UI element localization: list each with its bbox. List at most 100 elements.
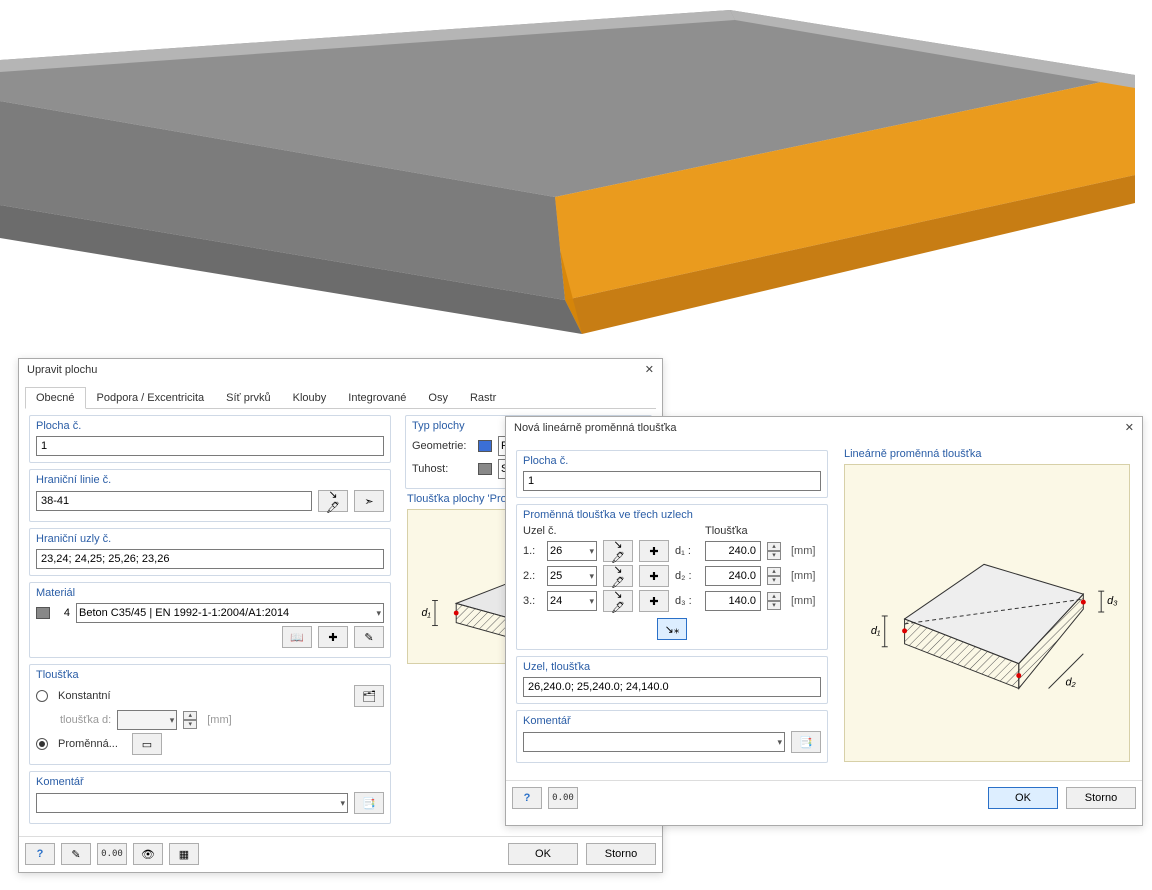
viewport-3d[interactable] — [0, 0, 1152, 340]
material-library-button[interactable]: 📖 — [282, 626, 312, 648]
group-uzel-tloustka: Uzel, tloušťka — [516, 656, 828, 704]
ok-button[interactable]: OK — [988, 787, 1058, 809]
group-komentar: Komentář ▾ 📑 — [29, 771, 391, 824]
label-n1: 1.: — [523, 545, 541, 557]
thickness-preview: d₁ d₂ d₃ — [844, 464, 1130, 762]
spin-d1[interactable]: ▴▾ — [767, 542, 781, 560]
group-title: Komentář — [523, 715, 821, 727]
group-title: Plocha č. — [523, 455, 821, 467]
input-nodes[interactable] — [36, 549, 384, 569]
group-title: Materiál — [36, 587, 384, 599]
label-n2: 2.: — [523, 570, 541, 582]
dialog-footer: ? 0.00 OK Storno — [506, 780, 1142, 815]
input-uzel-tloustka[interactable] — [523, 677, 821, 697]
input-d2[interactable] — [705, 566, 761, 586]
tab-osy[interactable]: Osy — [417, 387, 459, 409]
col-header-uzel: Uzel č. — [523, 525, 623, 537]
group-title: Plocha č. — [36, 420, 384, 432]
eye-icon: 👁 — [140, 846, 156, 862]
tab-klouby[interactable]: Klouby — [282, 387, 338, 409]
new-node-1[interactable]: ✚ — [639, 540, 669, 562]
stiffness-color-chip — [478, 463, 492, 475]
group-title: Lineárně proměnná tloušťka — [844, 448, 1130, 460]
group-preview: Lineárně proměnná tloušťka — [842, 448, 1132, 768]
node-row-3: 3.: 24▾ ↘🖊 ✚ d₃ : ▴▾ [mm] — [523, 590, 821, 612]
svg-text:d₁: d₁ — [871, 625, 881, 637]
pick-node-1[interactable]: ↘🖊 — [603, 540, 633, 562]
measure-button[interactable]: 0.00 — [97, 843, 127, 865]
pick-node-3[interactable]: ↘🖊 — [603, 590, 633, 612]
select-node-2[interactable]: 25▾ — [547, 566, 597, 586]
help-button[interactable]: ? — [512, 787, 542, 809]
material-new-button[interactable]: ✚ — [318, 626, 348, 648]
group-title: Hraniční uzly č. — [36, 533, 384, 545]
material-edit-button[interactable]: ✎ — [354, 626, 384, 648]
tab-rastr[interactable]: Rastr — [459, 387, 507, 409]
tabs: Obecné Podpora / Excentricita Síť prvků … — [25, 386, 656, 409]
tab-sit[interactable]: Síť prvků — [215, 387, 281, 409]
new-node-3[interactable]: ✚ — [639, 590, 669, 612]
select-node-1[interactable]: 26▾ — [547, 541, 597, 561]
pick-node-2[interactable]: ↘🖊 — [603, 565, 633, 587]
label-n3: 3.: — [523, 595, 541, 607]
radio-promenna[interactable] — [36, 738, 48, 750]
spin-d2[interactable]: ▴▾ — [767, 567, 781, 585]
comment-copy-button[interactable]: 📑 — [354, 792, 384, 814]
node-row-1: 1.: 26▾ ↘🖊 ✚ d₁ : ▴▾ [mm] — [523, 540, 821, 562]
help-icon: ? — [519, 790, 535, 806]
measure-icon: 0.00 — [555, 790, 571, 806]
svg-text:d₃: d₃ — [1107, 595, 1118, 607]
node-row-2: 2.: 25▾ ↘🖊 ✚ d₂ : ▴▾ [mm] — [523, 565, 821, 587]
group-title: Hraniční linie č. — [36, 474, 384, 486]
titlebar[interactable]: Upravit plochu ✕ — [19, 359, 662, 380]
group-title: Uzel, tloušťka — [523, 661, 821, 673]
pointer-lines-button[interactable]: ➣ — [354, 490, 384, 512]
pick-icon: ↘🖊 — [325, 493, 341, 509]
label-geometrie: Geometrie: — [412, 440, 472, 452]
dialog-title: Nová lineárně proměnná tloušťka — [514, 422, 677, 434]
radio-konstantni[interactable] — [36, 690, 48, 702]
note-icon: ✎ — [68, 846, 84, 862]
tab-podpora[interactable]: Podpora / Excentricita — [86, 387, 216, 409]
material-color-chip — [36, 607, 50, 619]
graph-button[interactable]: ▦ — [169, 843, 199, 865]
comment-copy-button[interactable]: 📑 — [791, 731, 821, 753]
input-plocha-number[interactable] — [523, 471, 821, 491]
input-d1[interactable] — [705, 541, 761, 561]
cancel-button[interactable]: Storno — [1066, 787, 1136, 809]
close-icon[interactable]: ✕ — [1104, 421, 1134, 434]
view-button[interactable]: 👁 — [133, 843, 163, 865]
cancel-button[interactable]: Storno — [586, 843, 656, 865]
titlebar[interactable]: Nová lineárně proměnná tloušťka ✕ — [506, 417, 1142, 438]
select-node-3[interactable]: 24▾ — [547, 591, 597, 611]
material-id: 4 — [56, 607, 70, 619]
help-button[interactable]: ? — [25, 843, 55, 865]
spin-d3[interactable]: ▴▾ — [767, 592, 781, 610]
measure-button[interactable]: 0.00 — [548, 787, 578, 809]
pick-lines-button[interactable]: ↘🖊 — [318, 490, 348, 512]
variable-thickness-button[interactable]: ▭ — [132, 733, 162, 755]
new-node-2[interactable]: ✚ — [639, 565, 669, 587]
group-material: Materiál 4 Beton C35/45 | EN 1992-1-1:20… — [29, 582, 391, 658]
pick-icon: 🗂 — [361, 688, 377, 704]
copy-icon: 📑 — [361, 795, 377, 811]
select-comment[interactable]: ▾ — [523, 732, 785, 752]
new-icon: ✚ — [646, 543, 662, 559]
note-button[interactable]: ✎ — [61, 843, 91, 865]
pick-icon: ↘🖊 — [610, 543, 626, 559]
group-plocha: Plocha č. — [516, 450, 828, 498]
select-material[interactable]: Beton C35/45 | EN 1992-1-1:2004/A1:2014 … — [76, 603, 384, 623]
help-icon: ? — [32, 846, 48, 862]
pick-three-icon: ↘⁎ — [664, 621, 680, 637]
select-comment[interactable]: ▾ — [36, 793, 348, 813]
ok-button[interactable]: OK — [508, 843, 578, 865]
pick-three-nodes-button[interactable]: ↘⁎ — [657, 618, 687, 640]
close-icon[interactable]: ✕ — [624, 363, 654, 376]
spin-thickness: ▴▾ — [183, 711, 197, 729]
input-lines[interactable] — [36, 491, 312, 511]
tab-obecne[interactable]: Obecné — [25, 387, 86, 409]
input-plocha-number[interactable] — [36, 436, 384, 456]
tab-integrovane[interactable]: Integrované — [337, 387, 417, 409]
thickness-pick-button[interactable]: 🗂 — [354, 685, 384, 707]
input-d3[interactable] — [705, 591, 761, 611]
